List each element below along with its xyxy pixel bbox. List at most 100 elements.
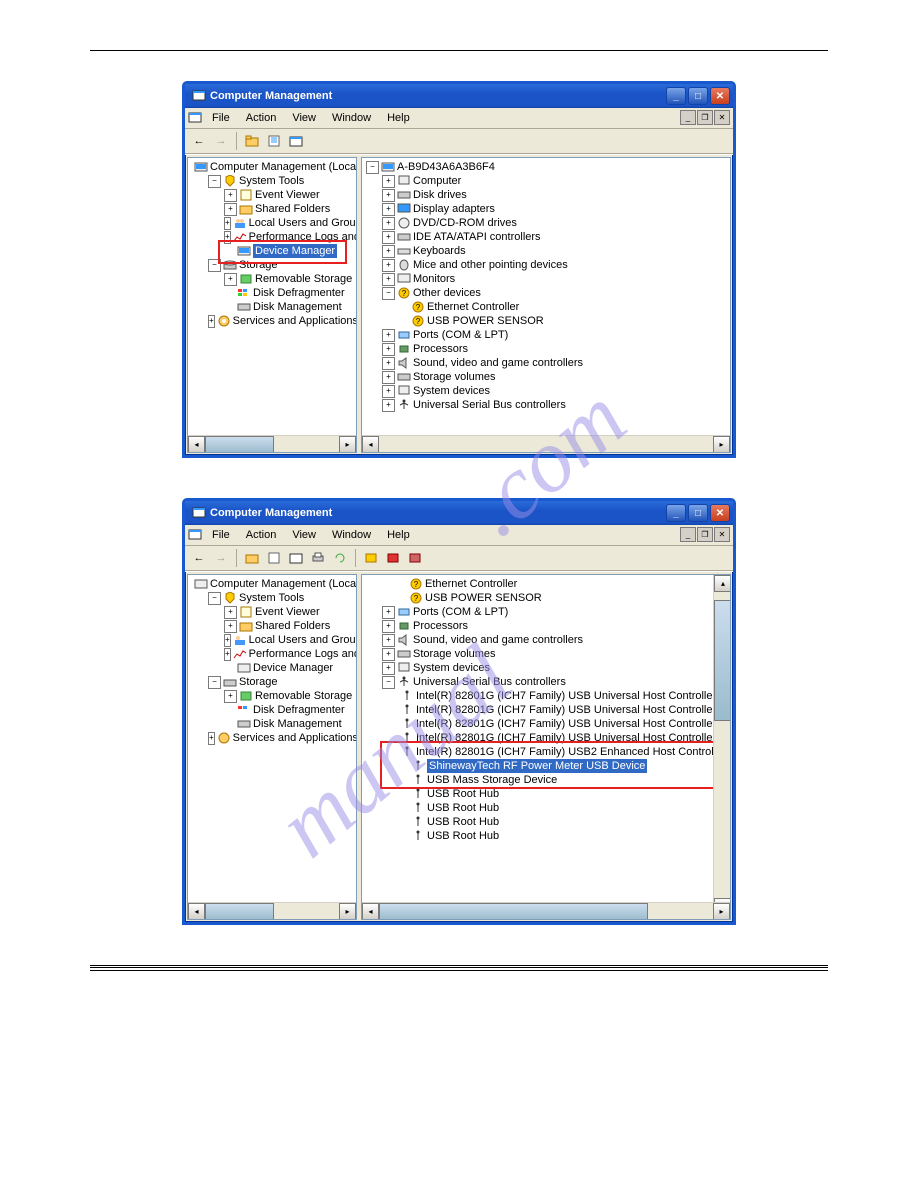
back-button[interactable]: ← [189,548,209,568]
titlebar[interactable]: Computer Management _ □ ✕ [185,84,733,108]
tree-local-users[interactable]: +Local Users and Groups [224,633,354,647]
mdi-restore[interactable]: ❐ [697,110,713,125]
tree-defrag[interactable]: Disk Defragmenter [224,286,354,300]
mdi-close[interactable]: ✕ [714,527,730,542]
device-root[interactable]: −A-B9D43A6A3B6F4 [366,160,728,174]
device-ports[interactable]: +Ports (COM & LPT) [382,605,728,619]
maximize-button[interactable]: □ [688,87,708,105]
device-processors[interactable]: +Processors [382,619,728,633]
menu-action[interactable]: Action [239,110,284,126]
back-button[interactable]: ← [189,131,209,151]
tree-shared-folders[interactable]: +Shared Folders [224,202,354,216]
scrollbar-vertical[interactable]: ▴▾ [713,575,730,903]
uninstall-button[interactable] [383,548,403,568]
tree-removable[interactable]: +Removable Storage [224,689,354,703]
maximize-button[interactable]: □ [688,504,708,522]
device-sys-dev[interactable]: +System devices [382,384,728,398]
properties-button[interactable] [264,131,284,151]
tree-root[interactable]: Computer Management (Local) [192,577,354,591]
menu-view[interactable]: View [285,527,323,543]
properties-button[interactable] [264,548,284,568]
refresh-button[interactable] [330,548,350,568]
device-root-hub-2[interactable]: USB Root Hub [398,801,728,815]
device-dvd[interactable]: +DVD/CD-ROM drives [382,216,728,230]
tree-system-tools[interactable]: −System Tools [208,591,354,605]
device-usb-host-1[interactable]: Intel(R) 82801G (ICH7 Family) USB Univer… [398,689,728,703]
tree-disk-mgmt[interactable]: Disk Management [224,717,354,731]
device-usb-power[interactable]: ?USB POWER SENSOR [396,591,728,605]
menu-file[interactable]: File [205,527,237,543]
device-usb-ctrl[interactable]: +Universal Serial Bus controllers [382,398,728,412]
forward-button[interactable]: → [211,131,231,151]
up-button[interactable] [242,548,262,568]
tree-removable[interactable]: +Removable Storage [224,272,354,286]
mdi-minimize[interactable]: _ [680,110,696,125]
device-display[interactable]: +Display adapters [382,202,728,216]
scrollbar[interactable]: ◂▸ [362,902,730,919]
tree-device-manager[interactable]: Device Manager [224,661,354,675]
tree-event-viewer[interactable]: +Event Viewer [224,605,354,619]
device-usb-ctrl[interactable]: −Universal Serial Bus controllers [382,675,728,689]
device-usb-host-3[interactable]: Intel(R) 82801G (ICH7 Family) USB Univer… [398,717,728,731]
device-usb-host-4[interactable]: Intel(R) 82801G (ICH7 Family) USB Univer… [398,731,728,745]
tree-device-manager[interactable]: Device Manager [224,244,354,258]
disable-button[interactable] [405,548,425,568]
device-usb-mass[interactable]: USB Mass Storage Device [398,773,728,787]
menu-help[interactable]: Help [380,110,417,126]
menu-view[interactable]: View [285,110,323,126]
tree-system-tools[interactable]: −System Tools [208,174,354,188]
menu-window[interactable]: Window [325,527,378,543]
menu-action[interactable]: Action [239,527,284,543]
tree-event-viewer[interactable]: +Event Viewer [224,188,354,202]
device-usb-host-2[interactable]: Intel(R) 82801G (ICH7 Family) USB Univer… [398,703,728,717]
refresh-button[interactable] [286,131,306,151]
scrollbar[interactable]: ◂▸ [188,902,356,919]
scrollbar[interactable]: ◂▸ [188,435,356,452]
device-monitors[interactable]: +Monitors [382,272,728,286]
tree-root[interactable]: Computer Management (Local) [192,160,354,174]
tree-shared-folders[interactable]: +Shared Folders [224,619,354,633]
device-sound[interactable]: +Sound, video and game controllers [382,633,728,647]
tree-defrag[interactable]: Disk Defragmenter [224,703,354,717]
menu-file[interactable]: File [205,110,237,126]
close-button[interactable]: ✕ [710,87,730,105]
menu-help[interactable]: Help [380,527,417,543]
device-usb-host-5[interactable]: Intel(R) 82801G (ICH7 Family) USB2 Enhan… [398,745,728,759]
device-storage-vol[interactable]: +Storage volumes [382,370,728,384]
minimize-button[interactable]: _ [666,87,686,105]
up-button[interactable] [242,131,262,151]
device-sys-dev[interactable]: +System devices [382,661,728,675]
device-usb-power[interactable]: ?USB POWER SENSOR [398,314,728,328]
print-button[interactable] [308,548,328,568]
device-root-hub-4[interactable]: USB Root Hub [398,829,728,843]
device-mice[interactable]: +Mice and other pointing devices [382,258,728,272]
node-button[interactable] [286,548,306,568]
device-ethernet[interactable]: ?Ethernet Controller [396,577,728,591]
forward-button[interactable]: → [211,548,231,568]
device-disk-drives[interactable]: +Disk drives [382,188,728,202]
mdi-restore[interactable]: ❐ [697,527,713,542]
scan-button[interactable] [361,548,381,568]
device-other[interactable]: −?Other devices [382,286,728,300]
device-ports[interactable]: +Ports (COM & LPT) [382,328,728,342]
device-root-hub-1[interactable]: USB Root Hub [398,787,728,801]
scrollbar[interactable]: ◂▸ [362,435,730,452]
device-ide[interactable]: +IDE ATA/ATAPI controllers [382,230,728,244]
tree-services[interactable]: +Services and Applications [208,314,354,328]
titlebar[interactable]: Computer Management _ □ ✕ [185,501,733,525]
tree-local-users[interactable]: +Local Users and Groups [224,216,354,230]
tree-disk-mgmt[interactable]: Disk Management [224,300,354,314]
mdi-close[interactable]: ✕ [714,110,730,125]
tree-services[interactable]: +Services and Applications [208,731,354,745]
tree-perf-logs[interactable]: +Performance Logs and Alerts [224,647,354,661]
device-sound[interactable]: +Sound, video and game controllers [382,356,728,370]
device-shineway[interactable]: ShinewayTech RF Power Meter USB Device [398,759,728,773]
device-storage-vol[interactable]: +Storage volumes [382,647,728,661]
device-keyboards[interactable]: +Keyboards [382,244,728,258]
tree-storage[interactable]: −Storage [208,675,354,689]
tree-perf-logs[interactable]: +Performance Logs and Alerts [224,230,354,244]
tree-storage[interactable]: −Storage [208,258,354,272]
device-processors[interactable]: +Processors [382,342,728,356]
mdi-minimize[interactable]: _ [680,527,696,542]
menu-window[interactable]: Window [325,110,378,126]
